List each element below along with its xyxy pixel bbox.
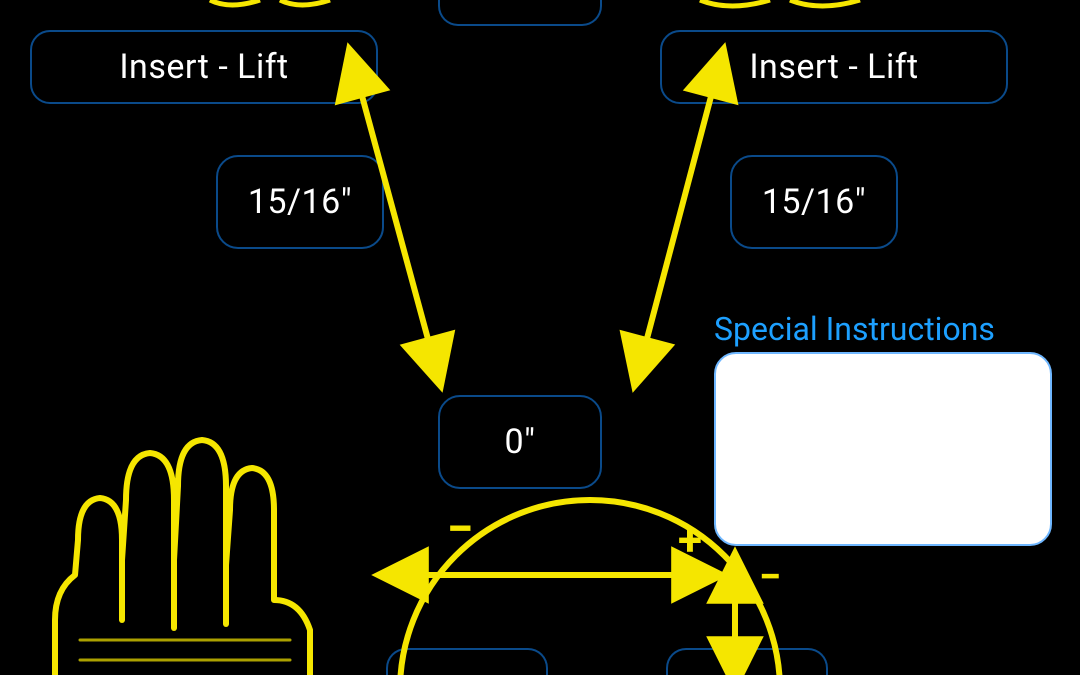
bottom-right-box[interactable] bbox=[666, 648, 828, 675]
top-hole-hint-left bbox=[210, 0, 330, 5]
svg-text:+: + bbox=[678, 514, 702, 566]
top-hole-hint-right bbox=[700, 0, 860, 6]
right-insert-lift-label: Insert - Lift bbox=[749, 47, 918, 87]
top-center-box[interactable] bbox=[438, 0, 602, 26]
hand-icon bbox=[55, 440, 310, 675]
left-insert-lift-button[interactable]: Insert - Lift bbox=[30, 30, 378, 104]
left-insert-lift-label: Insert - Lift bbox=[119, 47, 288, 87]
svg-text:−: − bbox=[447, 500, 474, 557]
center-offset-value: 0" bbox=[505, 422, 536, 462]
special-instructions-label: Special Instructions bbox=[714, 310, 995, 348]
left-span-value-button[interactable]: 15/16" bbox=[216, 155, 384, 249]
right-span-value-button[interactable]: 15/16" bbox=[730, 155, 898, 249]
span-arrow-right-icon bbox=[640, 70, 718, 365]
bottom-left-box[interactable] bbox=[386, 648, 548, 675]
svg-text:−: − bbox=[759, 553, 781, 600]
right-insert-lift-button[interactable]: Insert - Lift bbox=[660, 30, 1008, 104]
center-offset-value-button[interactable]: 0" bbox=[438, 395, 602, 489]
right-span-value: 15/16" bbox=[762, 182, 866, 222]
left-span-value: 15/16" bbox=[248, 182, 352, 222]
special-instructions-textarea[interactable] bbox=[714, 352, 1052, 546]
